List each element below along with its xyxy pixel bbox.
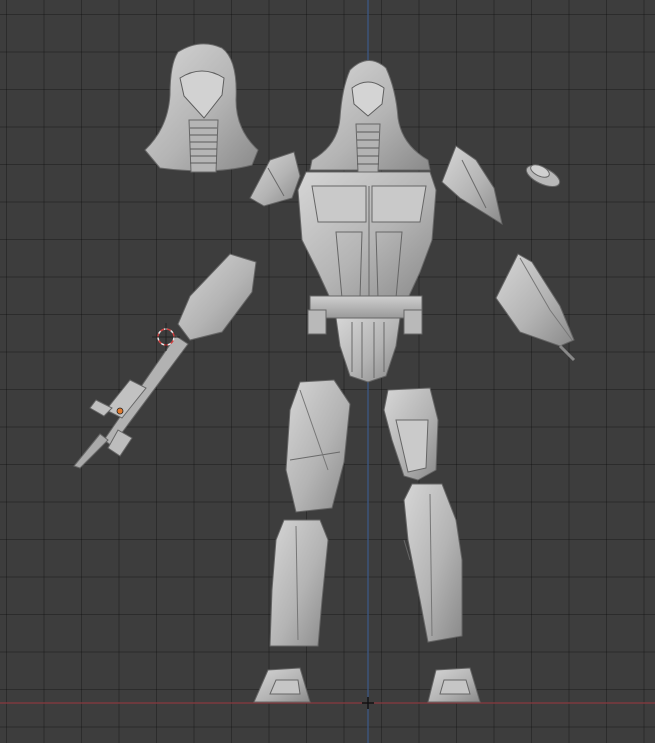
left-boot-mesh[interactable]	[253, 667, 311, 703]
helmet-mesh[interactable]	[144, 43, 259, 173]
right-shoulder-mesh[interactable]	[441, 145, 503, 226]
right-shin-mesh[interactable]	[403, 483, 463, 643]
left-thigh-mesh[interactable]	[285, 379, 351, 513]
right-thigh-mesh[interactable]	[383, 387, 439, 481]
right-boot-mesh[interactable]	[427, 667, 481, 703]
world-origin-icon	[362, 697, 374, 709]
object-origin-icon	[116, 407, 124, 415]
left-shin-mesh[interactable]	[269, 519, 329, 647]
right-forearm-mesh[interactable]	[495, 253, 576, 362]
torso-mesh[interactable]	[297, 171, 437, 383]
disc-part-mesh[interactable]	[523, 161, 562, 191]
body-helmet-mesh[interactable]	[309, 60, 431, 173]
blaster-mesh[interactable]	[73, 253, 257, 469]
left-shoulder-mesh[interactable]	[249, 151, 301, 207]
3d-viewport[interactable]	[0, 0, 655, 743]
viewport-scene[interactable]	[0, 0, 655, 743]
